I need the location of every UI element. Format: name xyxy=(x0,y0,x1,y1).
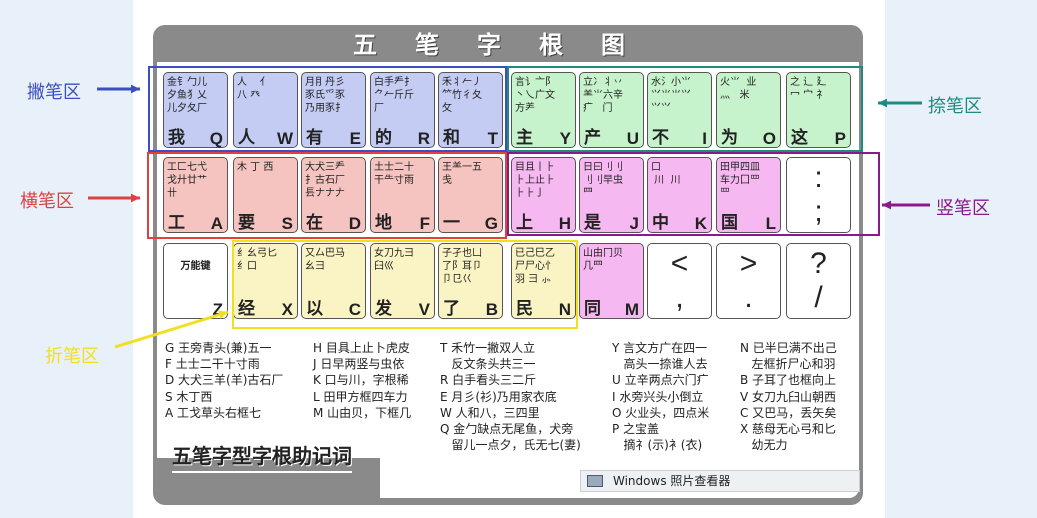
key-punct-27[interactable]: < , xyxy=(647,243,712,319)
zone-label: 竖笔区 xyxy=(936,198,990,219)
zone-label: 捺笔区 xyxy=(928,96,982,117)
mnemonic-column: Y 言文方广在四一 高头一捺谁人去 U 立辛两点六门疒 I 水旁兴头小倒立 O … xyxy=(612,341,710,453)
mnemonic-column: G 王旁青头(兼)五一 F 土士二干十寸雨 D 大犬三羊(羊)古石厂 S 木丁西… xyxy=(165,341,284,420)
photo-viewer-button[interactable]: Windows 照片查看器 xyxy=(580,470,860,492)
zone-label: 折笔区 xyxy=(45,346,99,367)
punct-label: ? / xyxy=(810,247,827,314)
chart-title: 五笔字根图 xyxy=(353,31,663,59)
key-punct-29[interactable]: ? / xyxy=(786,243,851,319)
radicals: 万能键 xyxy=(180,261,211,272)
key-char: 同 xyxy=(584,299,601,319)
photo-viewer-icon xyxy=(587,475,603,487)
key-letter: M xyxy=(624,300,639,319)
zone-box-0 xyxy=(148,66,507,152)
key-z[interactable]: 万能键 Z xyxy=(163,243,228,319)
mnemonic-column: T 禾竹一撇双人立 反文条头共三一 R 白手看头三二斤 E 月彡(衫)乃用家衣底… xyxy=(440,341,581,453)
zone-label: 撇笔区 xyxy=(27,82,81,103)
zone-box-1 xyxy=(507,66,863,152)
zone-label: 横笔区 xyxy=(20,191,74,212)
radicals: 山由冂贝 几⺲ xyxy=(583,248,623,272)
key-m[interactable]: 山由冂贝 几⺲ 同 M xyxy=(579,243,644,319)
key-letter: Z xyxy=(212,300,223,319)
mnemonic-title: 五笔字型字根助记词 xyxy=(172,440,352,473)
mnemonic-column: N 已半巳满不出己 左框折尸心和羽 B 子耳了也框向上 V 女刀九臼山朝西 C … xyxy=(740,341,837,453)
punct-label: < , xyxy=(670,247,689,314)
key-punct-28[interactable]: > . xyxy=(716,243,781,319)
punct-label: > . xyxy=(739,247,758,314)
zone-box-4 xyxy=(232,240,578,329)
mnemonic-column: H 目具上止卜虎皮 J 日早两竖与虫依 K 口与川，字根稀 L 田甲方框四车力 … xyxy=(313,341,412,420)
zone-box-2 xyxy=(147,152,507,239)
zone-box-3 xyxy=(507,152,880,236)
photo-viewer-label: Windows 照片查看器 xyxy=(613,474,731,488)
